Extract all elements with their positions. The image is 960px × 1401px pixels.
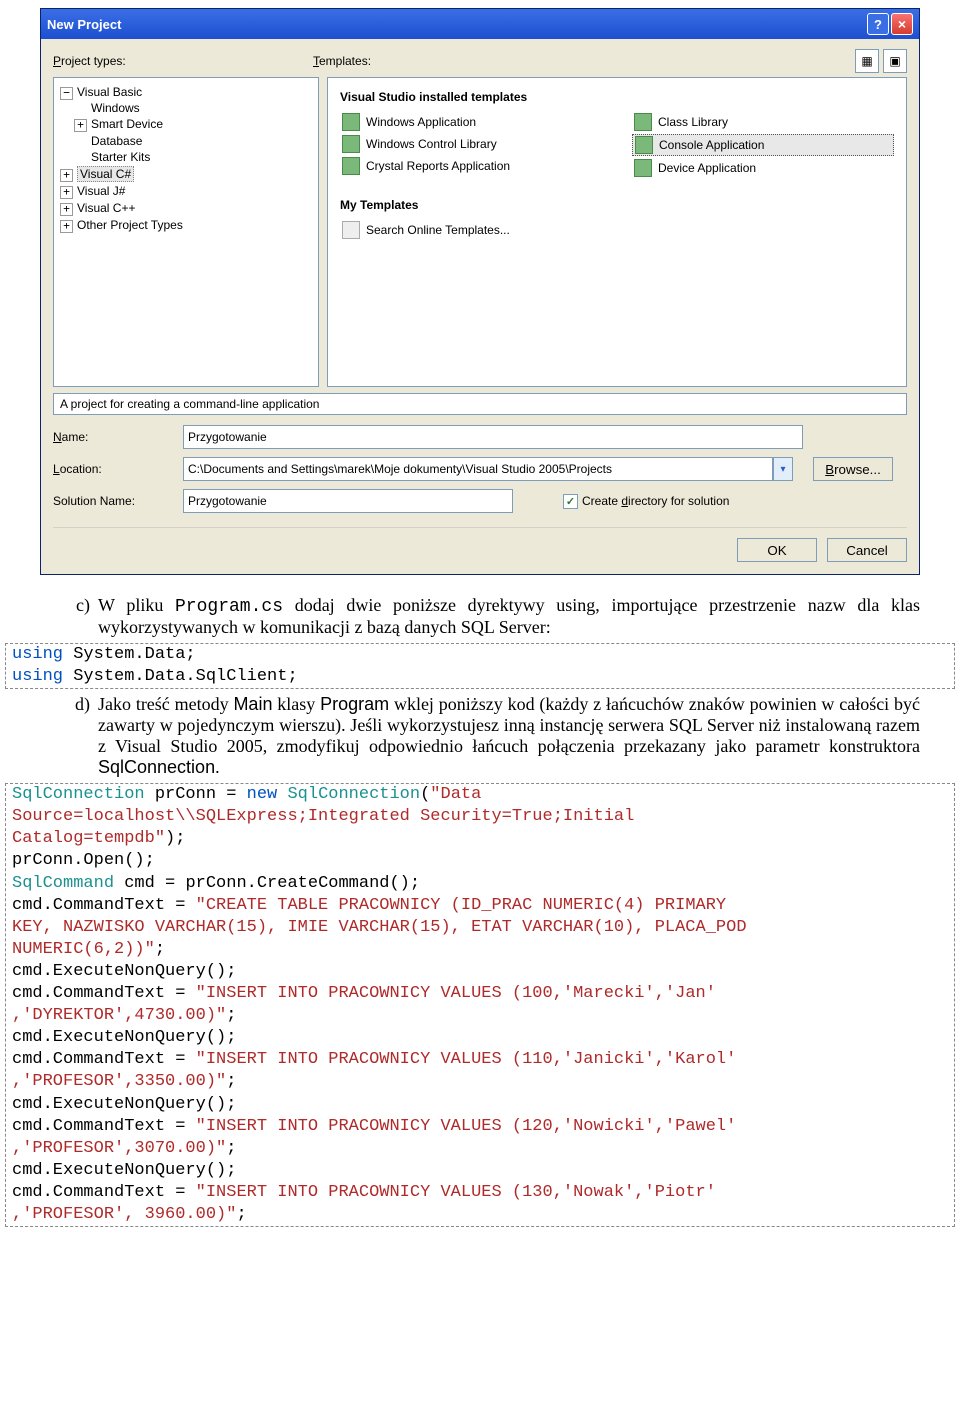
templates-label: Templates: <box>313 54 855 68</box>
template-device-app[interactable]: Device Application <box>632 158 894 178</box>
location-input[interactable] <box>183 457 773 481</box>
project-types-label: PProject types:roject types: <box>53 54 313 68</box>
template-icon <box>342 157 360 175</box>
solution-name-label: Solution Name: <box>53 494 173 508</box>
titlebar[interactable]: New Project ? × <box>41 9 919 39</box>
template-icon <box>342 135 360 153</box>
template-class-library[interactable]: Class Library <box>632 112 894 132</box>
template-crystal-reports[interactable]: Crystal Reports Application <box>340 156 602 176</box>
template-control-library[interactable]: Windows Control Library <box>340 134 602 154</box>
template-icon <box>342 113 360 131</box>
template-icon <box>634 159 652 177</box>
doc-paragraph-c: c) W pliku Program.cs dodaj dwie poniższ… <box>40 595 920 638</box>
collapse-icon[interactable]: − <box>60 87 73 100</box>
name-input[interactable] <box>183 425 803 449</box>
dialog-body: PProject types:roject types: Templates: … <box>41 39 919 574</box>
create-dir-label: Create directory for solution <box>582 494 729 508</box>
browse-button[interactable]: Browse... <box>813 457 893 481</box>
help-icon[interactable]: ? <box>867 13 889 35</box>
tree-node-vcpp[interactable]: Visual C++ <box>77 201 135 215</box>
expand-icon[interactable]: + <box>60 203 73 216</box>
search-icon <box>342 221 360 239</box>
cancel-button[interactable]: Cancel <box>827 538 907 562</box>
tree-node-other[interactable]: Other Project Types <box>77 218 183 232</box>
view-large-icons-button[interactable]: ▣ <box>883 49 907 73</box>
tree-node-windows[interactable]: Windows <box>91 101 140 115</box>
template-console-app[interactable]: Console Application <box>632 134 894 156</box>
templates-heading: Visual Studio installed templates <box>340 90 894 104</box>
solution-name-input[interactable] <box>183 489 513 513</box>
project-types-tree[interactable]: −Visual Basic Windows + Smart Device Data… <box>53 77 319 387</box>
template-icon <box>635 136 653 154</box>
doc-paragraph-d: d) Jako treść metody Main klasy Program … <box>40 694 920 778</box>
ok-button[interactable]: OK <box>737 538 817 562</box>
template-search-online[interactable]: Search Online Templates... <box>340 220 894 240</box>
tree-node-smart-device[interactable]: Smart Device <box>91 117 163 131</box>
expand-icon[interactable]: + <box>60 169 73 182</box>
code-block-main: SqlConnection prConn = new SqlConnection… <box>5 783 955 1227</box>
title-text: New Project <box>47 17 865 32</box>
my-templates-heading: My Templates <box>340 198 894 212</box>
expand-icon[interactable]: + <box>60 186 73 199</box>
chevron-down-icon[interactable]: ▾ <box>773 457 793 481</box>
new-project-dialog: New Project ? × PProject types:roject ty… <box>40 8 920 575</box>
close-icon[interactable]: × <box>891 13 913 35</box>
template-icon <box>634 113 652 131</box>
tree-node-starter-kits[interactable]: Starter Kits <box>91 150 150 164</box>
tree-node-database[interactable]: Database <box>91 134 142 148</box>
expand-icon[interactable]: + <box>60 220 73 233</box>
tree-node-vb[interactable]: Visual Basic <box>77 85 142 99</box>
view-small-icons-button[interactable]: ▦ <box>855 49 879 73</box>
description-bar: A project for creating a command-line ap… <box>53 393 907 415</box>
expand-icon[interactable]: + <box>74 119 87 132</box>
code-block-usings: using System.Data; using System.Data.Sql… <box>5 643 955 689</box>
location-label: Location: <box>53 462 173 476</box>
templates-panel[interactable]: Visual Studio installed templates Window… <box>327 77 907 387</box>
template-windows-app[interactable]: Windows Application <box>340 112 602 132</box>
tree-node-vcs[interactable]: Visual C# <box>77 166 134 182</box>
name-label: Name: <box>53 430 173 444</box>
create-dir-checkbox[interactable]: ✓ <box>563 494 578 509</box>
tree-node-vjs[interactable]: Visual J# <box>77 184 125 198</box>
